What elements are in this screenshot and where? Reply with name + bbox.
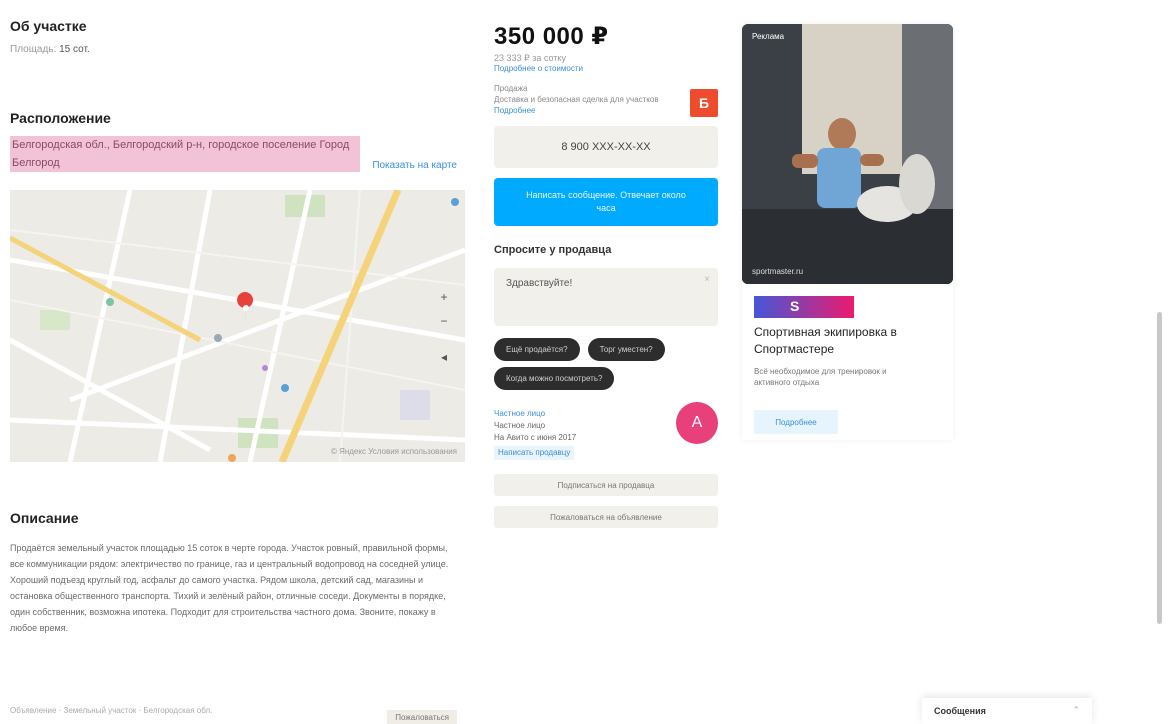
ask-input-value: Здравствуйте! — [506, 278, 573, 289]
show-on-map-link[interactable]: Показать на карте — [372, 160, 457, 171]
ad-text: Всё необходимое для тренировок и активно… — [754, 367, 887, 387]
sale-more-link[interactable]: Подробнее — [494, 105, 682, 116]
map-canvas — [10, 190, 465, 462]
price: 350 000 ₽ — [494, 23, 609, 50]
address-link[interactable]: Белгородская обл., Белгородский р-н, гор… — [10, 136, 360, 172]
description-title: Описание — [10, 510, 79, 526]
location-title: Расположение — [10, 110, 111, 126]
bottom-bar: Объявление · Земельный участок · Белгоро… — [10, 706, 465, 724]
zoom-in-button[interactable]: + — [437, 290, 451, 304]
messages-label: Сообщения — [934, 706, 986, 716]
seller-card: Частное лицо Частное лицо На Авито с июн… — [494, 402, 718, 460]
price-per-unit: 23 333 ₽ за сотку — [494, 53, 566, 63]
geolocate-icon[interactable]: ◂ — [437, 350, 451, 364]
write-message-button[interactable]: Написать сообщение. Отвечает около часа — [494, 178, 718, 226]
report-button[interactable]: Пожаловаться — [387, 710, 457, 724]
ask-seller-input[interactable]: Здравствуйте! × — [494, 268, 718, 326]
price-details-link[interactable]: Подробнее о стоимости — [494, 64, 718, 73]
sale-info: Продажа Доставка и безопасная сделка для… — [494, 83, 718, 117]
about-row: Площадь: 15 сот. — [10, 44, 90, 55]
seller-contact-link[interactable]: Написать продавцу — [494, 446, 575, 460]
quick-questions: Ещё продаётся? Торг уместен? Когда можно… — [494, 338, 718, 390]
ad-tag: Реклама — [752, 32, 785, 41]
description-text: Продаётся земельный участок площадью 15 … — [10, 543, 449, 633]
sale-badge-icon: Б — [690, 89, 718, 117]
ad-watermark: sportmaster.ru — [752, 267, 804, 276]
scrollbar-thumb[interactable] — [1157, 312, 1162, 624]
offer-column: 350 000 ₽ 23 333 ₽ за сотку Подробнее о … — [494, 22, 718, 528]
map-attribution[interactable]: © Яндекс Условия использования — [331, 447, 457, 456]
clear-icon[interactable]: × — [704, 274, 710, 285]
quick-question-chip[interactable]: Ещё продаётся? — [494, 338, 580, 361]
area-label: Площадь — [10, 44, 54, 55]
complain-button[interactable]: Пожаловаться на объявление — [494, 506, 718, 528]
ad-banner[interactable]: Реклама sportmaster.ru S Спортивная экип… — [742, 24, 953, 440]
area-value: 15 сот. — [59, 44, 90, 55]
ad-image: Реклама sportmaster.ru — [742, 24, 953, 284]
chevron-up-icon[interactable]: ⌃ — [1072, 705, 1080, 716]
quick-question-chip[interactable]: Когда можно посмотреть? — [494, 367, 615, 390]
bottom-bar-text: Объявление · Земельный участок · Белгоро… — [10, 706, 213, 715]
ad-title[interactable]: Спортивная экипировка в Спортмастере — [754, 324, 944, 358]
ad-brand-logo: S — [754, 296, 854, 318]
quick-question-chip[interactable]: Торг уместен? — [587, 338, 665, 361]
ask-seller-title: Спросите у продавца — [494, 244, 612, 256]
ad-logo-mark: S — [790, 298, 800, 314]
zoom-out-button[interactable]: − — [437, 314, 451, 328]
sale-text: Доставка и безопасная сделка для участко… — [494, 95, 659, 104]
about-title: Об участке — [10, 18, 87, 34]
ad-more-button[interactable]: Подробнее — [754, 410, 838, 434]
messages-panel[interactable]: Сообщения ⌃ — [922, 698, 1092, 724]
show-phone-button[interactable]: 8 900 ХХХ-ХХ-ХХ — [494, 126, 718, 168]
ad-photo — [742, 24, 953, 284]
seller-avatar[interactable]: А — [676, 402, 718, 444]
sale-label: Продажа — [494, 84, 528, 93]
left-column: Об участке Площадь: 15 сот. Расположение… — [10, 18, 465, 633]
subscribe-seller-button[interactable]: Подписаться на продавца — [494, 474, 718, 496]
location-map[interactable]: + − ◂ © Яндекс Условия использования — [10, 190, 465, 462]
